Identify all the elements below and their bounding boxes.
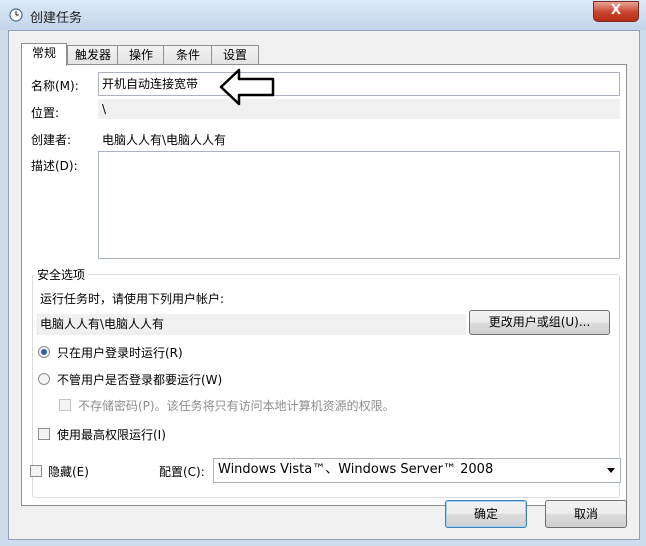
configure-value: Windows Vista™、Windows Server™ 2008 (218, 462, 494, 477)
configure-select[interactable]: Windows Vista™、Windows Server™ 2008 (213, 458, 621, 483)
dialog-body: 常规 触发器 操作 条件 设置 名称(M): 开机自动连接宽带 位置: \ 创建… (8, 30, 640, 540)
close-button[interactable]: X (593, 1, 639, 22)
run-whether-logged-radio[interactable] (38, 373, 50, 385)
tab-label: 触发器 (74, 48, 111, 62)
ok-label: 确定 (473, 507, 498, 521)
cancel-label: 取消 (573, 507, 598, 521)
annotation-arrow-icon (219, 68, 275, 106)
window-title: 创建任务 (30, 11, 83, 26)
author-label: 创建者: (31, 133, 72, 147)
dropdown-arrow-icon (607, 468, 615, 473)
cancel-button[interactable]: 取消 (545, 500, 627, 528)
run-as-prompt: 运行任务时，请使用下列用户帐户: (40, 292, 225, 306)
no-store-password-checkbox[interactable] (59, 399, 71, 411)
tab-panel-general: 名称(M): 开机自动连接宽带 位置: \ 创建者: 电脑人人有\电脑人人有 描… (21, 64, 627, 506)
security-group-title: 安全选项 (34, 266, 89, 283)
location-label: 位置: (31, 106, 60, 120)
close-icon: X (610, 3, 622, 18)
run-whether-logged-label: 不管用户是否登录都要运行(W) (57, 373, 223, 387)
tab-label: 常规 (31, 46, 56, 60)
tab-label: 条件 (175, 48, 200, 62)
highest-privileges-checkbox[interactable] (38, 428, 50, 440)
user-account-value: 电脑人人有\电脑人人有 (36, 314, 466, 335)
location-value: \ (98, 99, 620, 119)
configure-label: 配置(C): (159, 465, 205, 479)
change-user-label: 更改用户或组(U)... (488, 315, 591, 329)
clock-icon (9, 8, 23, 22)
name-field[interactable]: 开机自动连接宽带 (98, 72, 620, 96)
tab-label: 设置 (222, 48, 247, 62)
name-value: 开机自动连接宽带 (102, 77, 199, 91)
tab-settings[interactable]: 设置 (211, 45, 259, 65)
tab-actions[interactable]: 操作 (117, 45, 165, 65)
tab-triggers[interactable]: 触发器 (67, 45, 119, 65)
hidden-label: 隐藏(E) (48, 465, 89, 479)
highest-privileges-label: 使用最高权限运行(I) (57, 428, 166, 442)
name-label: 名称(M): (31, 79, 79, 93)
run-logged-on-label: 只在用户登录时运行(R) (57, 346, 183, 360)
author-value: 电脑人人有\电脑人人有 (102, 133, 227, 147)
ok-button[interactable]: 确定 (445, 500, 527, 528)
no-store-password-label: 不存储密码(P)。该任务将只有访问本地计算机资源的权限。 (78, 399, 395, 413)
change-user-button[interactable]: 更改用户或组(U)... (469, 310, 610, 335)
tab-conditions[interactable]: 条件 (163, 45, 213, 65)
run-logged-on-radio[interactable] (38, 346, 50, 358)
description-field[interactable] (98, 151, 620, 259)
title-bar[interactable]: 创建任务 X (0, 0, 646, 30)
hidden-checkbox[interactable] (30, 465, 42, 477)
tab-label: 操作 (128, 48, 153, 62)
tab-general[interactable]: 常规 (21, 43, 67, 66)
description-label: 描述(D): (31, 159, 78, 173)
